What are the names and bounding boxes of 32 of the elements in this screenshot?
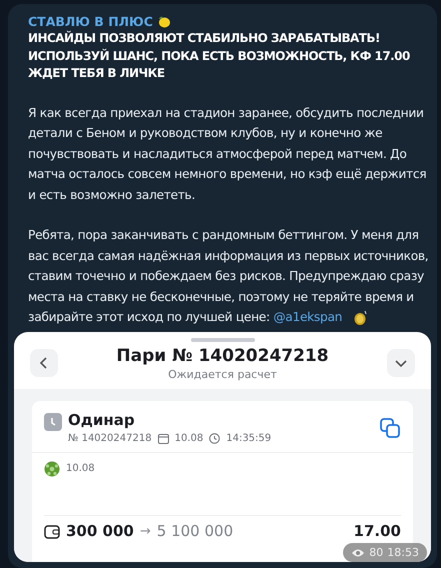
lemon-icon xyxy=(156,14,171,28)
message-paragraph: Я как всегда приехал на стадион заранее, обсудить последнии детали с Беном и руководством клубов, ну и конечно же почувствовать и насладиться атмосферой перед матчем. До матча осталось совсем немного времени, но кэф ещё держится и есть возможно залететь. xyxy=(27,104,428,204)
coin-icon xyxy=(352,310,368,326)
clock-icon xyxy=(44,412,62,430)
dropdown-button[interactable] xyxy=(387,349,415,377)
message-time: 18:53 xyxy=(387,546,419,559)
bet-date: 10.08 xyxy=(174,432,204,444)
bet-time: 14:35:59 xyxy=(226,432,272,444)
bet-type: Одинар xyxy=(68,410,136,428)
message-paragraph: Ребята, пора заканчивать с рандомным беттингом. У меня для вас всегда самая надёжная информация из первых источников, ставим точечно и побеждаем без рисков. Предупреждаю сразу места на ставку не бесконечные, поэтому не теряйте время и забирайте этот исход по лучшей цене: @a1ekspan xyxy=(27,227,430,328)
drag-handle xyxy=(190,338,254,342)
clock-icon xyxy=(209,432,220,444)
bet-title: Пари № 14020247218 xyxy=(116,346,329,366)
eye-icon xyxy=(351,548,366,558)
channel-name[interactable]: СТАВЛЮ В ПЛЮС xyxy=(28,13,153,30)
chevron-down-icon xyxy=(395,358,407,368)
back-button[interactable] xyxy=(30,349,58,377)
copy-icon[interactable] xyxy=(379,416,401,438)
event-date: 10.08 xyxy=(66,463,95,474)
headline: ИНСАЙДЫ ПОЗВОЛЯЮТ СТАБИЛЬНО ЗАРАБАТЫВАТЬ! ИСПОЛЬЗУЙ ШАНС, ПОКА ЕСТЬ ВОЗМОЖНОСТЬ, КФ 17.00 ЖДЕТ ТЕБЯ В ЛИЧКЕ xyxy=(27,30,411,82)
bet-number: № 14020247218 xyxy=(68,432,152,444)
bet-status: Ожидается расчет xyxy=(168,368,277,380)
view-count: 80 xyxy=(369,546,384,559)
chevron-left-icon xyxy=(39,357,49,369)
payout-amount: 5 100 000 xyxy=(156,522,234,540)
username-link[interactable]: @a1ekspan xyxy=(273,310,342,324)
stake-amount: 300 000 xyxy=(66,522,134,540)
calendar-icon xyxy=(158,432,169,444)
arrow-text: → xyxy=(140,524,151,538)
soccer-ball-icon xyxy=(44,460,60,476)
wallet-icon xyxy=(44,524,60,538)
odds-value: 17.00 xyxy=(354,522,401,540)
